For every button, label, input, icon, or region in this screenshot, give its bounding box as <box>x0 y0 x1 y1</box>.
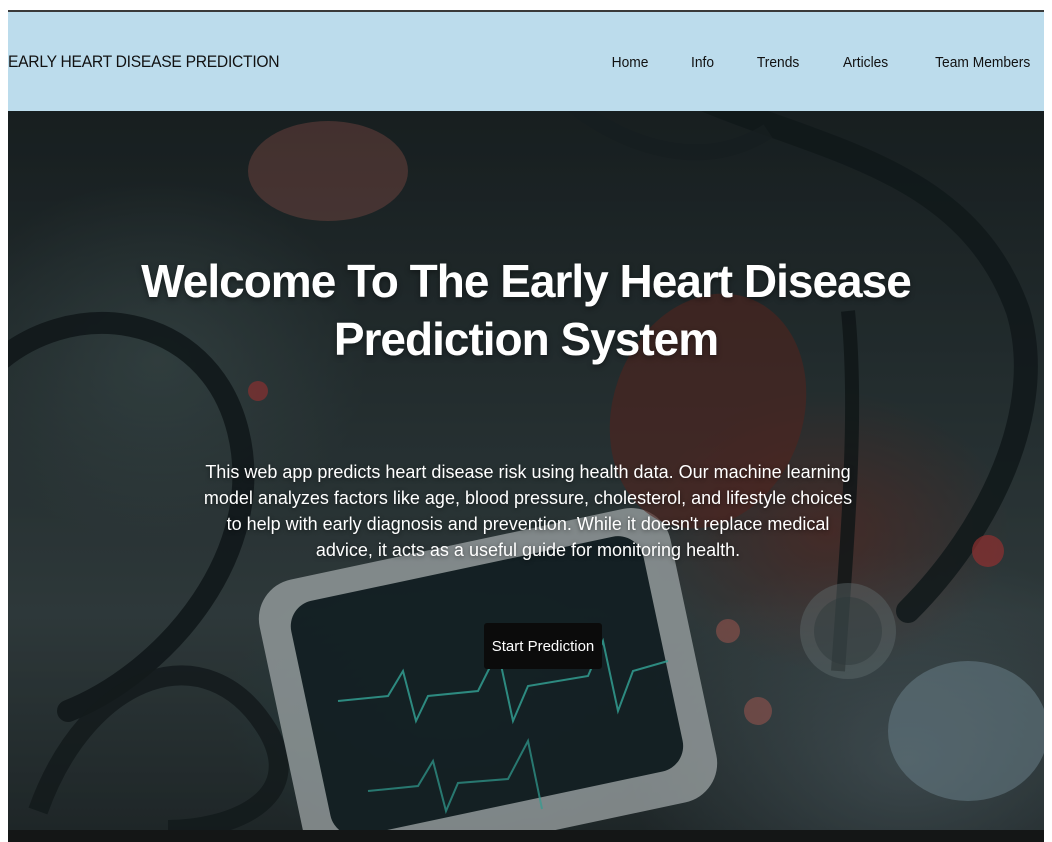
hero-title-line-2: Prediction System <box>333 312 719 365</box>
start-prediction-button[interactable]: Start Prediction <box>484 623 602 669</box>
hero-description: This web app predicts heart disease risk… <box>203 462 853 560</box>
nav-link-trends[interactable]: Trends <box>757 54 799 71</box>
navbar: EARLY HEART DISEASE PREDICTION Home Info… <box>8 10 1044 111</box>
nav-link-articles[interactable]: Articles <box>843 54 888 71</box>
nav-links: Home Info Trends Articles Team Members <box>570 54 1034 71</box>
hero-section: Welcome To The Early Heart Disease Predi… <box>8 111 1044 830</box>
hero-title-line-1: Welcome To The Early Heart Disease <box>141 254 912 307</box>
brand-title[interactable]: EARLY HEART DISEASE PREDICTION <box>8 52 280 72</box>
page-frame: EARLY HEART DISEASE PREDICTION Home Info… <box>8 10 1044 842</box>
nav-link-info[interactable]: Info <box>691 54 714 71</box>
nav-link-home[interactable]: Home <box>612 54 649 71</box>
hero-title: Welcome To The Early Heart Disease Predi… <box>8 252 1044 368</box>
footer-strip <box>8 830 1044 842</box>
nav-link-team-members[interactable]: Team Members <box>935 54 1030 71</box>
